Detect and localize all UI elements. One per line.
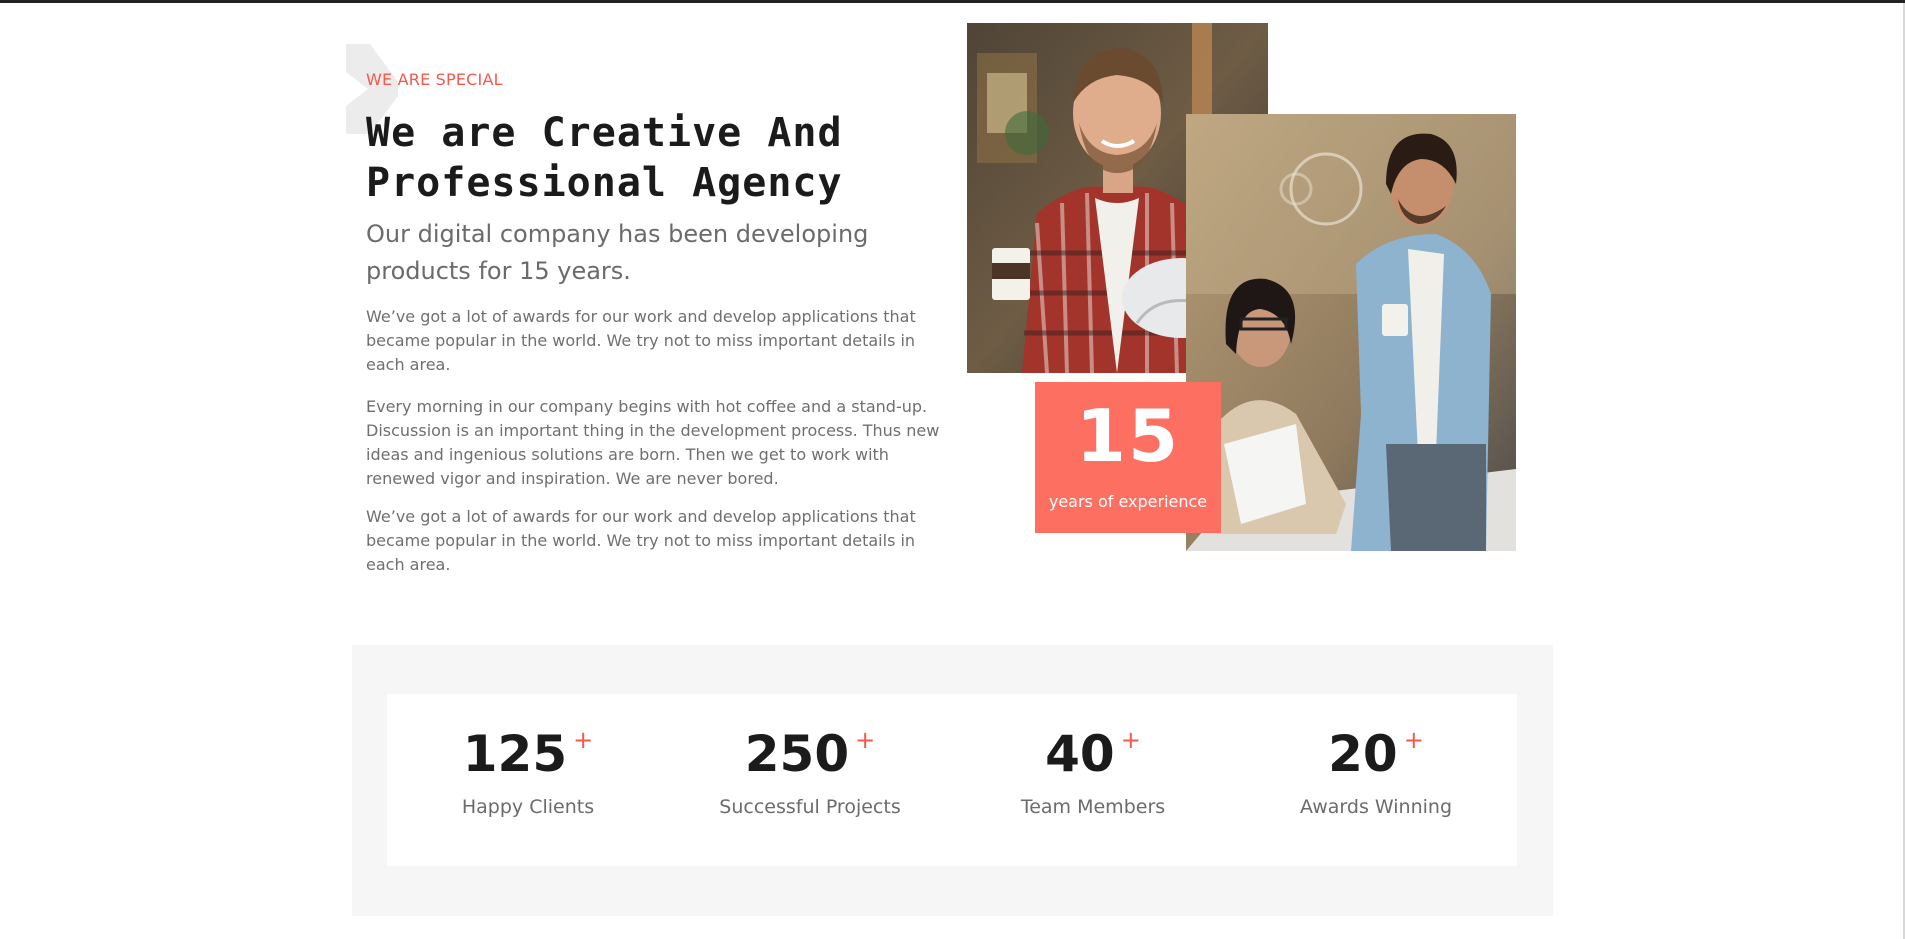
stat-plus-sign: + — [1403, 726, 1424, 754]
stat-plus-sign: + — [855, 726, 876, 754]
experience-number: 15 — [1075, 394, 1181, 478]
stat-successful-projects: 250 + Successful Projects — [669, 694, 951, 866]
section-eyebrow: WE ARE SPECIAL — [366, 70, 503, 89]
experience-badge: 15 years of experience — [1035, 382, 1221, 533]
stat-number: 40 — [1045, 725, 1115, 783]
stat-happy-clients: 125 + Happy Clients — [387, 694, 669, 866]
stat-number-row: 250 + — [669, 724, 951, 784]
stat-number-row: 40 + — [952, 724, 1234, 784]
top-border — [0, 0, 1905, 3]
about-paragraph: We’ve got a lot of awards for our work a… — [366, 307, 916, 374]
stat-label: Team Members — [1020, 796, 1166, 818]
stat-plus-sign: + — [573, 726, 594, 754]
section-title: We are Creative And Professional Agency — [366, 110, 843, 206]
stat-team-members: 40 + Team Members — [952, 694, 1234, 866]
section-lead: Our digital company has been developing … — [366, 220, 869, 285]
about-paragraph: We’ve got a lot of awards for our work a… — [366, 507, 916, 574]
stat-label: Successful Projects — [719, 796, 901, 818]
about-paragraph: Every morning in our company begins with… — [366, 397, 940, 488]
stat-plus-sign: + — [1120, 726, 1141, 754]
stat-label: Happy Clients — [461, 796, 595, 818]
photo-team-meeting — [1186, 114, 1516, 551]
stat-awards-winning: 20 + Awards Winning — [1235, 694, 1517, 866]
stat-number: 250 — [744, 725, 850, 783]
stat-label: Awards Winning — [1300, 796, 1452, 818]
stat-number-row: 125 + — [387, 724, 669, 784]
stat-number: 125 — [462, 725, 568, 783]
experience-label: years of experience — [1048, 492, 1208, 511]
stat-number: 20 — [1328, 725, 1398, 783]
stat-number-row: 20 + — [1235, 724, 1517, 784]
photo-team-meeting-icon — [1186, 114, 1516, 551]
stats-panel: 125 + Happy Clients 250 + Successful Proje… — [387, 694, 1517, 866]
